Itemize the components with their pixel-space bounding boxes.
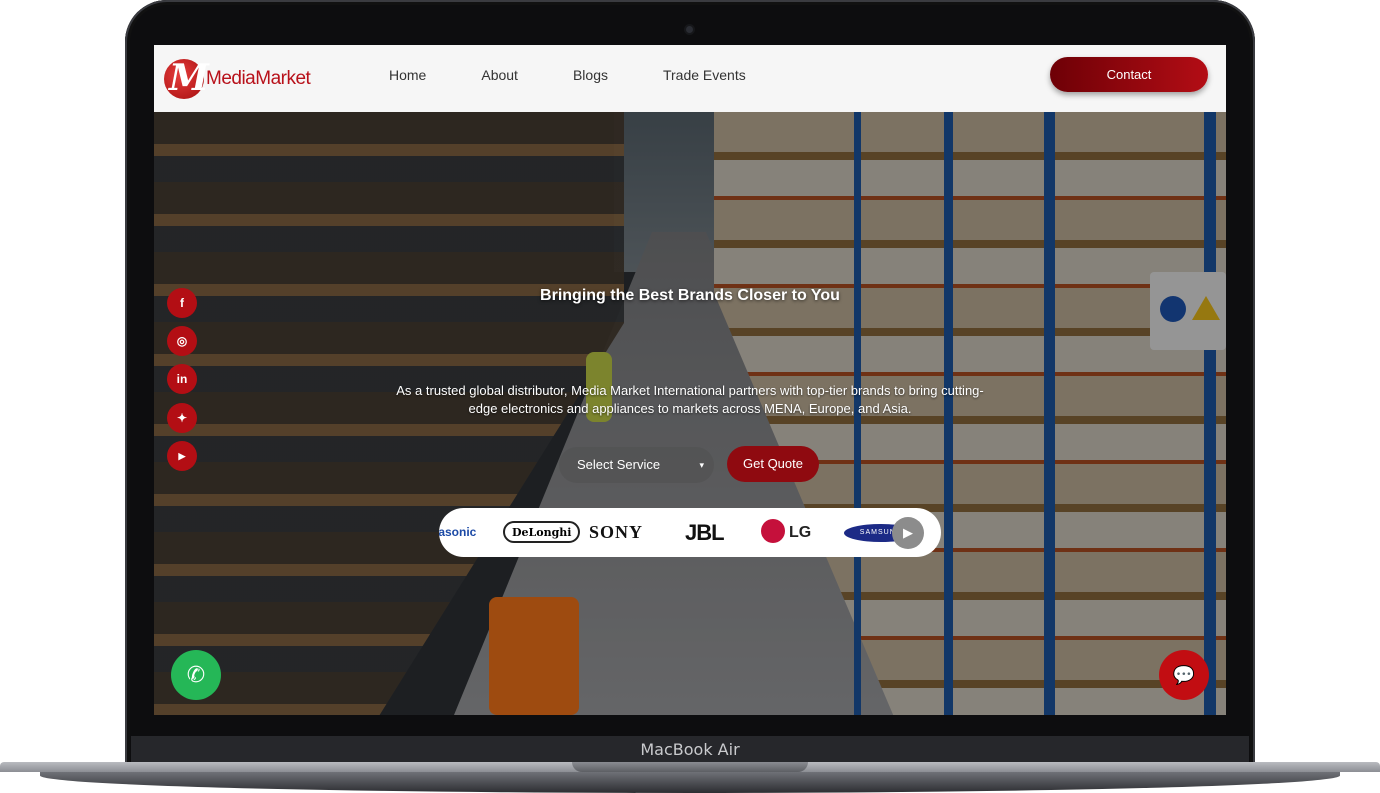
chevron-down-icon: ▾: [699, 460, 704, 470]
main-nav: Home About Blogs Trade Events: [389, 67, 801, 83]
linkedin-icon[interactable]: in: [167, 364, 197, 394]
nav-about[interactable]: About: [481, 67, 518, 83]
whatsapp-chat-button[interactable]: ✆: [171, 650, 221, 700]
service-select[interactable]: Select Service ▾: [559, 447, 714, 483]
brand-logo-jbl[interactable]: JBL: [685, 508, 725, 557]
hero-section: Bringing the Best Brands Closer to You A…: [154, 112, 1226, 715]
get-quote-button[interactable]: Get Quote: [727, 446, 819, 482]
brand-logo-delonghi[interactable]: DeLonghi: [503, 521, 581, 543]
brand-carousel: nasonic DeLonghi SONY JBL LG SAMSUNG ▶: [439, 508, 941, 557]
contact-button[interactable]: Contact: [1050, 57, 1208, 92]
chat-bubble-icon: 💬: [1172, 665, 1196, 685]
brand-logo-lg[interactable]: LG: [761, 508, 811, 557]
instagram-icon[interactable]: ◎: [167, 326, 197, 356]
brand-logo-lg-text: LG: [789, 524, 812, 541]
arrow-right-icon: ▶: [903, 525, 913, 540]
brand-logo-panasonic[interactable]: nasonic: [439, 508, 476, 557]
hero-title: Bringing the Best Brands Closer to You: [540, 287, 840, 304]
site-header: MediaMarket Home About Blogs Trade Event…: [154, 45, 1226, 112]
whatsapp-icon: ✆: [186, 662, 206, 687]
brand-logo-sony[interactable]: SONY: [589, 508, 643, 557]
youtube-icon[interactable]: ▶: [167, 441, 197, 471]
twitter-icon[interactable]: ✦: [167, 403, 197, 433]
hero-description: As a trusted global distributor, Media M…: [396, 383, 984, 416]
camera-icon: [686, 26, 693, 33]
laptop-model-label: MacBook Air: [640, 740, 740, 759]
site-logo[interactable]: MediaMarket: [164, 53, 311, 105]
laptop-base-bottom: [40, 772, 1340, 793]
laptop-base: [0, 762, 1380, 793]
nav-blogs[interactable]: Blogs: [573, 67, 608, 83]
live-chat-button[interactable]: 💬: [1159, 650, 1209, 700]
nav-trade-events[interactable]: Trade Events: [663, 67, 746, 83]
browser-screen: MediaMarket Home About Blogs Trade Event…: [154, 45, 1226, 715]
service-select-value: Select Service: [577, 457, 661, 472]
nav-home[interactable]: Home: [389, 67, 426, 83]
carousel-next-button[interactable]: ▶: [892, 517, 924, 549]
logo-text: MediaMarket: [206, 68, 311, 89]
facebook-icon[interactable]: f: [167, 288, 197, 318]
logo-mark-icon: [164, 57, 209, 99]
lg-face-icon: [761, 518, 785, 543]
laptop-hinge-notch: [572, 762, 808, 772]
